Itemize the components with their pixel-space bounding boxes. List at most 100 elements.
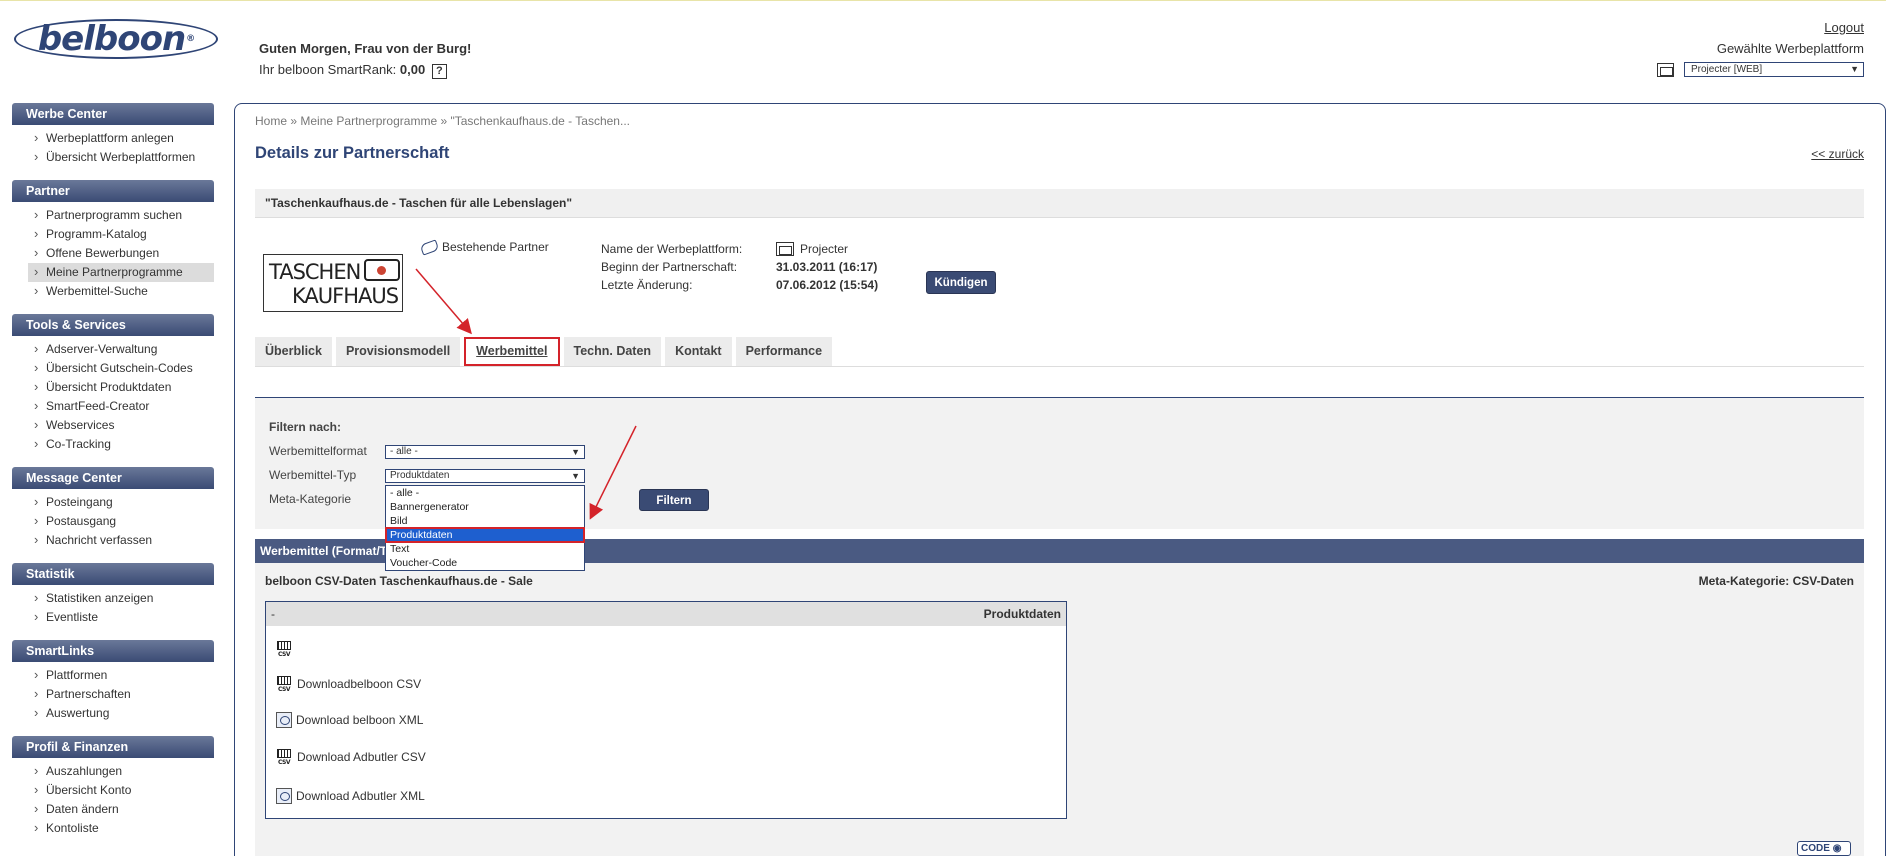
breadcrumb-my-programs[interactable]: Meine Partnerprogramme — [300, 114, 437, 128]
list-item[interactable]: Download belboon XML — [276, 712, 423, 728]
back-link[interactable]: << zurück — [1811, 147, 1864, 161]
list-item[interactable]: Download Adbutler XML — [276, 788, 425, 804]
sidebar-section-title: Partner — [12, 180, 214, 202]
sidebar-item-label: Werbemittel-Suche — [46, 284, 148, 298]
tab-commission[interactable]: Provisionsmodell — [335, 337, 461, 366]
platform-select[interactable]: Projecter [WEB] ▼ — [1684, 62, 1864, 77]
platform-label: Gewählte Werbeplattform — [1716, 41, 1864, 56]
sidebar-section: Statistik Statistiken anzeigen Eventliste — [12, 563, 214, 627]
sidebar-item[interactable]: Partnerschaften — [12, 684, 214, 704]
sidebar-section-title: SmartLinks — [12, 640, 214, 662]
window-icon[interactable] — [1657, 63, 1674, 77]
sidebar-item-label: Werbeplattform anlegen — [46, 131, 174, 145]
smartrank-value: 0,00 — [399, 62, 426, 77]
list-item[interactable]: CSV Downloadbelboon CSV — [276, 674, 421, 694]
xml-file-icon — [276, 788, 292, 804]
sidebar-item[interactable]: Auszahlungen — [12, 761, 214, 781]
list-item[interactable]: CSV Download Adbutler CSV — [276, 747, 426, 767]
sidebar-item-label: Auswertung — [46, 706, 110, 720]
table-header-left: - — [271, 607, 275, 621]
dropdown-option[interactable]: Bild — [386, 514, 584, 528]
star-icon — [377, 266, 386, 275]
dropdown-option[interactable]: Bannergenerator — [386, 500, 584, 514]
sidebar-item[interactable]: Statistiken anzeigen — [12, 588, 214, 608]
sidebar-item[interactable]: SmartFeed-Creator — [12, 396, 214, 416]
sidebar-item-label: Webservices — [46, 418, 115, 432]
sidebar-item[interactable]: Werbeplattform anlegen — [12, 128, 214, 148]
download-adbutler-xml-link[interactable]: Download Adbutler XML — [296, 789, 425, 803]
xml-file-icon — [276, 712, 292, 728]
chevron-down-icon: ▼ — [571, 447, 580, 457]
sidebar-item[interactable]: Werbemittel-Suche — [12, 281, 214, 301]
sidebar-item[interactable]: Programm-Katalog — [12, 224, 214, 244]
sidebar-item[interactable]: Übersicht Konto — [12, 780, 214, 800]
tab-ad-material[interactable]: Werbemittel — [464, 337, 560, 366]
type-select[interactable]: Produktdaten ▼ — [385, 469, 585, 483]
partner-status: Bestehende Partner — [420, 240, 549, 254]
sidebar-item[interactable]: Übersicht Werbeplattformen — [12, 147, 214, 167]
begin-value: 31.03.2011 (16:17) — [776, 260, 878, 274]
sidebar-item-label: Übersicht Konto — [46, 783, 132, 797]
type-dropdown-list[interactable]: - alle - Bannergenerator Bild Produktdat… — [385, 485, 585, 571]
breadcrumb-home[interactable]: Home — [255, 114, 287, 128]
filter-title: Filtern nach: — [269, 420, 342, 434]
sidebar-item[interactable]: Posteingang — [12, 492, 214, 512]
sidebar-item[interactable]: Meine Partnerprogramme — [28, 262, 214, 282]
csv-file-icon: CSV — [276, 747, 293, 767]
sidebar-item[interactable]: Übersicht Produktdaten — [12, 377, 214, 397]
tab-tech-data[interactable]: Techn. Daten — [563, 337, 662, 366]
sidebar-item[interactable]: Co-Tracking — [12, 434, 214, 454]
sidebar-item[interactable]: Postausgang — [12, 511, 214, 531]
merchant-logo-line2: KAUFHAUS — [292, 284, 399, 308]
sidebar-section: Message Center Posteingang Postausgang Nach… — [12, 467, 214, 550]
sidebar-item[interactable]: Auswertung — [12, 703, 214, 723]
tab-bar: Überblick Provisionsmodell Werbemittel T… — [255, 337, 833, 366]
cancel-partnership-button[interactable]: Kündigen — [926, 271, 996, 294]
sidebar-item[interactable]: Daten ändern — [12, 799, 214, 819]
code-button[interactable]: CODE ◉ — [1797, 841, 1851, 856]
sidebar-item-label: Nachricht verfassen — [46, 533, 153, 547]
platform-name-label: Name der Werbeplattform: — [601, 242, 743, 256]
type-label: Werbemittel-Typ — [269, 468, 357, 482]
breadcrumb-current: "Taschenkaufhaus.de - Taschen... — [450, 114, 630, 128]
breadcrumb-sep: » — [440, 114, 448, 128]
sidebar: Werbe Center Werbeplattform anlegen Übersi… — [12, 103, 214, 851]
partner-status-label: Bestehende Partner — [442, 240, 549, 254]
dropdown-option-selected[interactable]: Produktdaten — [385, 527, 585, 543]
page-title: Details zur Partnerschaft — [255, 144, 450, 162]
sidebar-item[interactable]: Plattformen — [12, 665, 214, 685]
sidebar-item[interactable]: Übersicht Gutschein-Codes — [12, 358, 214, 378]
sidebar-item-label: Statistiken anzeigen — [46, 591, 154, 605]
sidebar-item[interactable]: Partnerprogramm suchen — [12, 205, 214, 225]
platform-name-link[interactable]: Projecter — [800, 242, 848, 256]
filter-button[interactable]: Filtern — [639, 489, 709, 511]
download-adbutler-csv-link[interactable]: Download Adbutler CSV — [297, 750, 426, 764]
tab-overview[interactable]: Überblick — [255, 337, 332, 366]
download-belboon-xml-link[interactable]: Download belboon XML — [296, 713, 423, 727]
tab-performance[interactable]: Performance — [735, 337, 833, 366]
format-select[interactable]: - alle - ▼ — [385, 445, 585, 459]
last-change-value: 07.06.2012 (15:54) — [776, 278, 879, 292]
last-change-label: Letzte Änderung: — [601, 278, 693, 292]
partnership-info: Name der Werbeplattform: Projecter Beginn… — [601, 240, 878, 294]
sidebar-item[interactable]: Adserver-Verwaltung — [12, 339, 214, 359]
sidebar-item[interactable]: Nachricht verfassen — [12, 530, 214, 550]
window-icon — [776, 242, 794, 256]
sidebar-item[interactable]: Eventliste — [12, 607, 214, 627]
smartrank-label: Ihr belboon SmartRank: — [259, 62, 397, 77]
logo-registered: ® — [186, 34, 195, 44]
help-icon[interactable]: ? — [431, 64, 447, 79]
logout-link[interactable]: Logout — [1824, 20, 1864, 35]
dropdown-option[interactable]: Text — [386, 542, 584, 556]
belboon-logo[interactable]: belboon ® — [14, 19, 218, 59]
sidebar-item[interactable]: Webservices — [12, 415, 214, 435]
dropdown-option[interactable]: Voucher-Code — [386, 556, 584, 570]
sidebar-item[interactable]: Offene Bewerbungen — [12, 243, 214, 263]
download-belboon-csv-link[interactable]: Downloadbelboon CSV — [297, 677, 421, 691]
sidebar-item[interactable]: Kontoliste — [12, 818, 214, 838]
tab-contact[interactable]: Kontakt — [665, 337, 732, 366]
format-label: Werbemittelformat — [269, 444, 367, 458]
csv-file-icon: CSV — [276, 639, 293, 659]
dropdown-option[interactable]: - alle - — [386, 486, 584, 500]
meta-category: Meta-Kategorie: CSV-Daten — [1698, 574, 1854, 588]
